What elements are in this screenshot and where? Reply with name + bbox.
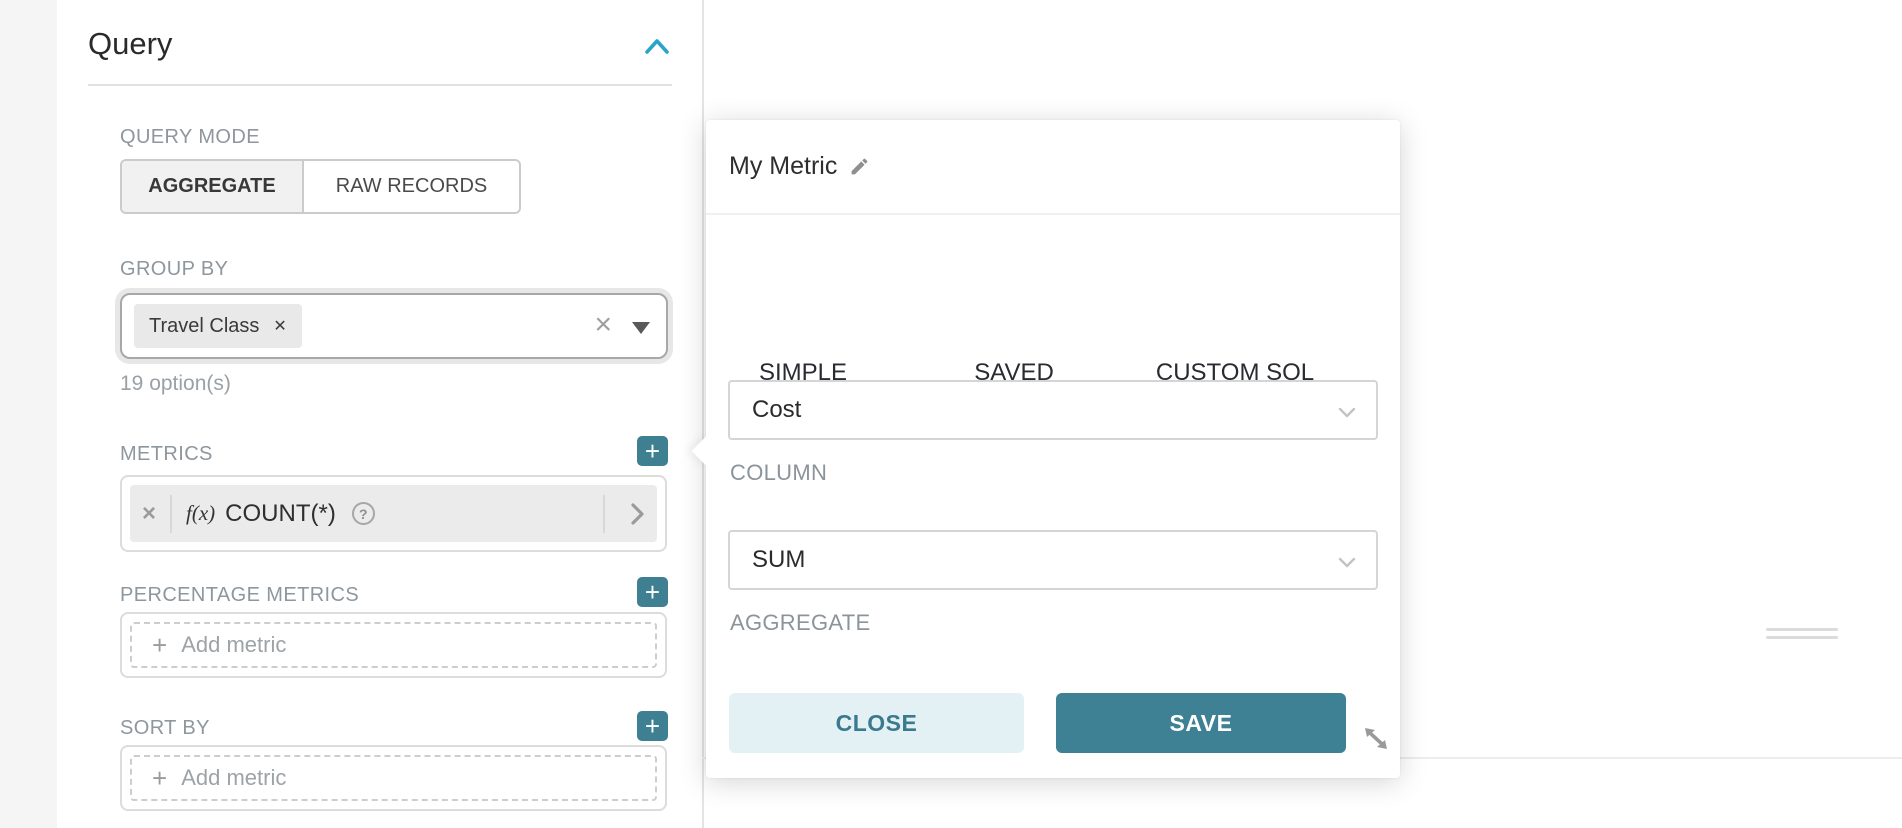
column-select[interactable]: Cost	[728, 380, 1378, 440]
save-button[interactable]: SAVE	[1056, 693, 1346, 753]
resize-drag-handle[interactable]	[1766, 628, 1838, 631]
metric-expression: COUNT(*)	[225, 500, 336, 528]
add-percentage-metric-button[interactable]: +	[637, 577, 668, 607]
group-by-options-hint: 19 option(s)	[120, 372, 231, 396]
sort-by-container: + Add metric	[120, 745, 667, 811]
query-section-title: Query	[88, 26, 172, 62]
query-mode-toggle: AGGREGATE RAW RECORDS	[120, 159, 521, 214]
section-title-rule	[88, 84, 672, 86]
add-metric-placeholder: Add metric	[181, 632, 286, 658]
remove-metric-icon[interactable]: ×	[142, 500, 156, 528]
column-select-value: Cost	[752, 396, 801, 424]
group-by-chip[interactable]: Travel Class ✕	[134, 304, 302, 348]
percentage-metrics-container: + Add metric	[120, 612, 667, 678]
popover-resize-icon[interactable]	[1361, 724, 1391, 752]
clear-all-icon[interactable]: ×	[594, 307, 612, 343]
percentage-metrics-label: PERCENTAGE METRICS	[120, 584, 359, 607]
popover-header: My Metric	[706, 120, 1400, 215]
metric-name-title: My Metric	[729, 152, 837, 181]
dropdown-caret-icon[interactable]	[632, 322, 650, 334]
group-by-select[interactable]: Travel Class ✕ ×	[120, 293, 668, 359]
metrics-container: × f(x) COUNT(*) ?	[120, 475, 667, 552]
left-gutter	[0, 0, 57, 828]
query-mode-aggregate-button[interactable]: AGGREGATE	[122, 161, 304, 212]
chevron-down-icon	[1338, 407, 1356, 418]
help-icon[interactable]: ?	[352, 502, 375, 525]
popover-arrow	[691, 435, 722, 466]
metrics-label: METRICS	[120, 443, 213, 466]
aggregate-select[interactable]: SUM	[728, 530, 1378, 590]
query-mode-label: QUERY MODE	[120, 126, 260, 149]
pill-separator	[603, 495, 605, 533]
add-metric-button[interactable]: +	[637, 436, 668, 466]
edit-pencil-icon[interactable]	[849, 156, 870, 177]
explore-page: Query QUERY MODE AGGREGATE RAW RECORDS G…	[0, 0, 1902, 828]
plus-icon: +	[152, 630, 167, 661]
group-by-label: GROUP BY	[120, 258, 228, 281]
group-by-chip-label: Travel Class	[149, 315, 259, 338]
plus-icon: +	[152, 763, 167, 794]
resize-drag-handle[interactable]	[1766, 636, 1838, 639]
chevron-down-icon	[1338, 557, 1356, 568]
pill-separator	[170, 495, 172, 533]
metric-edit-popover: My Metric SIMPLE SAVED CUSTOM SQL COLUMN…	[706, 120, 1400, 778]
metric-item[interactable]: × f(x) COUNT(*) ?	[130, 485, 657, 542]
collapse-section-icon[interactable]	[644, 38, 670, 60]
add-metric-placeholder: Add metric	[181, 765, 286, 791]
panel-divider	[702, 0, 704, 828]
sort-by-label: SORT BY	[120, 717, 210, 740]
column-label: COLUMN	[730, 460, 827, 486]
add-metric-dropzone[interactable]: + Add metric	[130, 622, 657, 668]
aggregate-label: AGGREGATE	[730, 610, 870, 636]
close-button[interactable]: CLOSE	[729, 693, 1024, 753]
add-metric-dropzone[interactable]: + Add metric	[130, 755, 657, 801]
add-sort-by-button[interactable]: +	[637, 711, 668, 741]
chip-remove-icon[interactable]: ✕	[273, 316, 286, 336]
function-icon: f(x)	[186, 501, 215, 526]
query-mode-raw-records-button[interactable]: RAW RECORDS	[304, 161, 519, 212]
chevron-right-icon[interactable]	[631, 502, 645, 526]
aggregate-select-value: SUM	[752, 546, 805, 574]
